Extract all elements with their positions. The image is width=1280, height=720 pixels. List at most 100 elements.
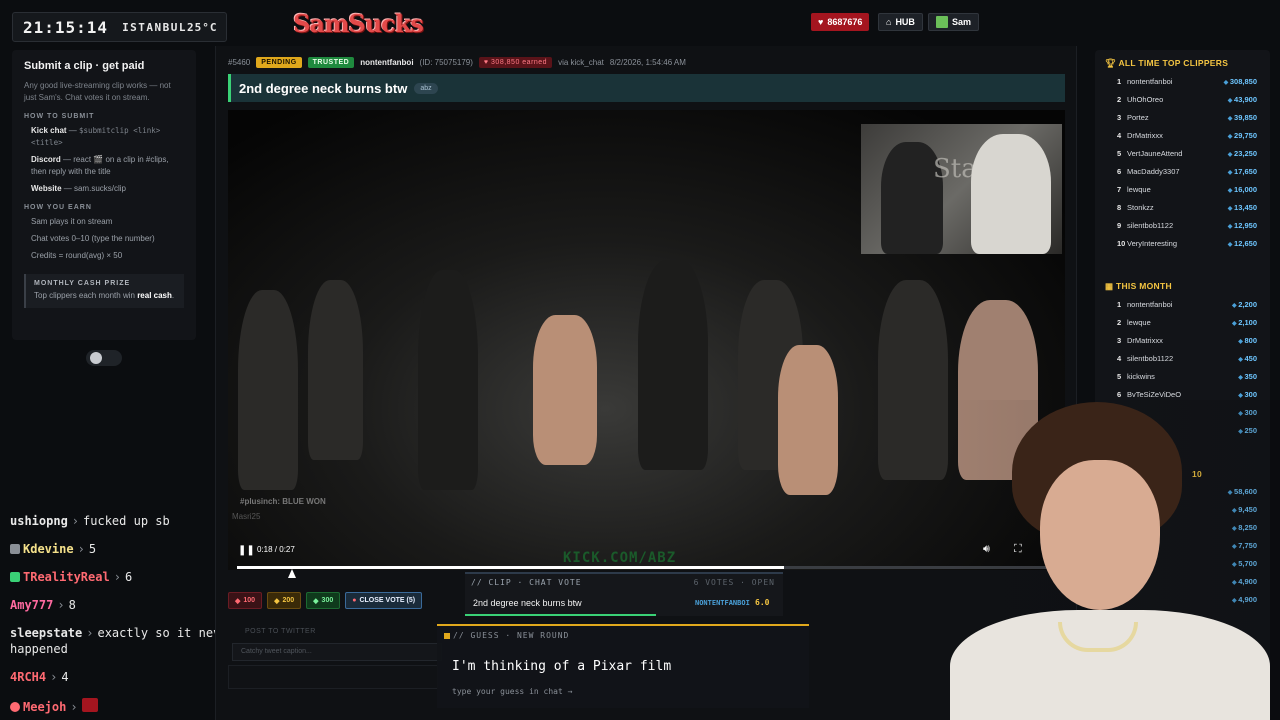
leaderboard-name: lewque xyxy=(1127,185,1151,194)
leaderboard-value: 308,850 xyxy=(1224,77,1257,86)
leaderboard-row: 4 silentbob1122 450 xyxy=(1109,354,1257,366)
gem-count: 8687676 xyxy=(827,17,863,27)
clock-time: 21:15:14 xyxy=(23,17,109,37)
leaderboard-value: 350 xyxy=(1238,372,1257,381)
pause-icon[interactable]: ❚❚ xyxy=(238,545,255,556)
chat-message: Kdevine › 5 xyxy=(10,542,96,556)
credit-300-button[interactable]: ◆ 300 xyxy=(306,592,341,609)
leaderboard-name: VeryInteresting xyxy=(1127,239,1178,248)
leaderboard-name: kickwins xyxy=(1127,372,1155,381)
mouse-cursor-icon xyxy=(288,569,296,578)
guess-prompt: I'm thinking of a Pixar film xyxy=(452,659,672,674)
leaderboard-rank: 3 xyxy=(1117,336,1122,345)
clip-title-bar: 2nd degree neck burns btw abz xyxy=(228,74,1065,102)
video-time: 0:18 / 0:27 xyxy=(257,545,295,554)
leaderboard-name: VertJauneAttend xyxy=(1127,149,1183,158)
status-dot-icon xyxy=(444,633,450,639)
chat-message-continuation: happened xyxy=(10,642,68,656)
streamer-face xyxy=(1040,460,1160,610)
leaderboard-row: 3 DrMatrixxx 800 xyxy=(1109,336,1257,348)
leaderboard-name: MacDaddy3307 xyxy=(1127,167,1180,176)
leaderboard-row: 1 nontentfanboi 308,850 xyxy=(1109,77,1257,89)
tweet-caption-input[interactable]: Catchy tweet caption... xyxy=(232,643,442,661)
user-badge-icon xyxy=(10,544,20,554)
leaderboard-value: 12,950 xyxy=(1228,221,1257,230)
avatar xyxy=(936,16,948,28)
clip-id: #5460 xyxy=(228,57,251,67)
panel-intro: Any good live-streaming clip works — not… xyxy=(24,81,171,102)
leaderboard-rank: 1 xyxy=(1117,300,1122,309)
leaderboard-row: 3 Portez 39,850 xyxy=(1109,113,1257,125)
user-name: Sam xyxy=(952,17,972,27)
clip-date: 8/2/2026, 1:54:46 AM xyxy=(609,57,686,67)
month-heading: ▦ THIS MONTH xyxy=(1105,281,1172,291)
leaderboard-rank: 6 xyxy=(1117,390,1122,399)
stop-icon: ● xyxy=(352,597,357,604)
crowd-figure xyxy=(308,280,363,460)
cash-prize-box: MONTHLY CASH PRIZE Top clippers each mon… xyxy=(24,274,184,308)
leaderboard-value: 800 xyxy=(1238,336,1257,345)
theme-toggle[interactable] xyxy=(86,350,122,366)
clock-city: ISTANBUL xyxy=(122,20,188,34)
submit-method[interactable]: Website — sam.sucks/clip xyxy=(24,183,184,195)
credit-100-button[interactable]: ◆ 100 xyxy=(228,592,263,609)
submit-method: Discord — react 🎬 on a clip in #clips, t… xyxy=(31,155,169,176)
clock-temp: 25°C xyxy=(187,20,218,34)
chat-message: Amy777 › 8 xyxy=(10,598,76,612)
leaderboard-value: 12,650 xyxy=(1228,239,1257,248)
heart-icon xyxy=(10,702,20,712)
user-badge-icon xyxy=(10,572,20,582)
leaderboard-name: BvTeSiZeViDeO xyxy=(1127,390,1182,399)
video-progress-bar[interactable] xyxy=(237,566,1057,569)
leaderboard-rank: 9 xyxy=(1117,221,1122,230)
leaderboard-name: nontentfanboi xyxy=(1127,77,1173,86)
leaderboard-rank: 2 xyxy=(1117,318,1122,327)
home-icon: ⌂ xyxy=(886,17,892,27)
clip-meta: #5460 PENDING TRUSTED nontentfanboi (ID:… xyxy=(228,55,686,69)
clock-widget: 21:15:14 ISTANBUL 25°C xyxy=(12,12,227,42)
gem-icon: ♥ xyxy=(818,17,824,27)
hub-label: HUB xyxy=(895,17,915,27)
chat-message: 4RCH4 › 4 xyxy=(10,670,69,684)
leaderboard-name: lewque xyxy=(1127,318,1151,327)
leaderboard-name: Stonkzz xyxy=(1127,203,1154,212)
submitter-id: (ID: 75075179) xyxy=(419,57,473,67)
user-menu-button[interactable]: Sam xyxy=(928,13,980,31)
leaderboard-name: UhOhOreo xyxy=(1127,95,1164,104)
prize-title: MONTHLY CASH PRIZE xyxy=(34,280,131,287)
gem-balance-button[interactable]: ♥ 8687676 xyxy=(811,13,870,31)
gem-icon: ♥ xyxy=(483,58,492,66)
guess-heading: // GUESS · NEW ROUND xyxy=(453,631,570,640)
video-overlay-text: #plusinch: BLUE WON xyxy=(240,497,326,506)
vote-score: 6.0 xyxy=(755,598,770,607)
gem-icon: ◆ xyxy=(313,597,319,605)
leaderboard-row: 4 DrMatrixxx 29,750 xyxy=(1109,131,1257,143)
leaderboard-value: 450 xyxy=(1238,354,1257,363)
hub-button[interactable]: ⌂ HUB xyxy=(878,13,923,31)
credit-200-button[interactable]: ◆ 200 xyxy=(267,592,302,609)
how-submit-heading: HOW TO SUBMIT xyxy=(24,113,95,120)
leaderboard-value: 300 xyxy=(1238,390,1257,399)
progress-fill xyxy=(237,566,784,569)
leaderboard-value: 23,250 xyxy=(1228,149,1257,158)
earned-badge: ♥ 308,850 earned xyxy=(478,56,553,68)
video-overlay-text: Masri25 xyxy=(232,512,261,521)
submit-method: Kick chat — $submitclip <link> <title> xyxy=(31,126,161,147)
leaderboard-row: 2 lewque 2,100 xyxy=(1109,318,1257,330)
clip-source: via kick_chat xyxy=(558,57,604,67)
clip-title: 2nd degree neck burns btw xyxy=(239,80,408,96)
close-vote-button[interactable]: ● CLOSE VOTE (5) xyxy=(345,592,423,609)
leaderboard-value: 29,750 xyxy=(1228,131,1257,140)
leaderboard-rank: 3 xyxy=(1117,113,1122,122)
submitter-name[interactable]: nontentfanboi xyxy=(360,58,413,67)
leaderboard-row: 6 MacDaddy3307 17,650 xyxy=(1109,167,1257,179)
crowd-figure xyxy=(418,270,478,490)
leaderboard-rank: 4 xyxy=(1117,131,1122,140)
chat-message: ushiopng › fucked up sb xyxy=(10,514,170,528)
vote-progress xyxy=(465,614,656,616)
camera-inset: Stake xyxy=(861,124,1062,254)
leaderboard-row: 9 silentbob1122 12,950 xyxy=(1109,221,1257,233)
chat-message: Meejoh › xyxy=(10,698,101,714)
site-logo[interactable]: SamSucks xyxy=(293,6,424,40)
leaderboard-rank: 10 xyxy=(1117,239,1126,248)
